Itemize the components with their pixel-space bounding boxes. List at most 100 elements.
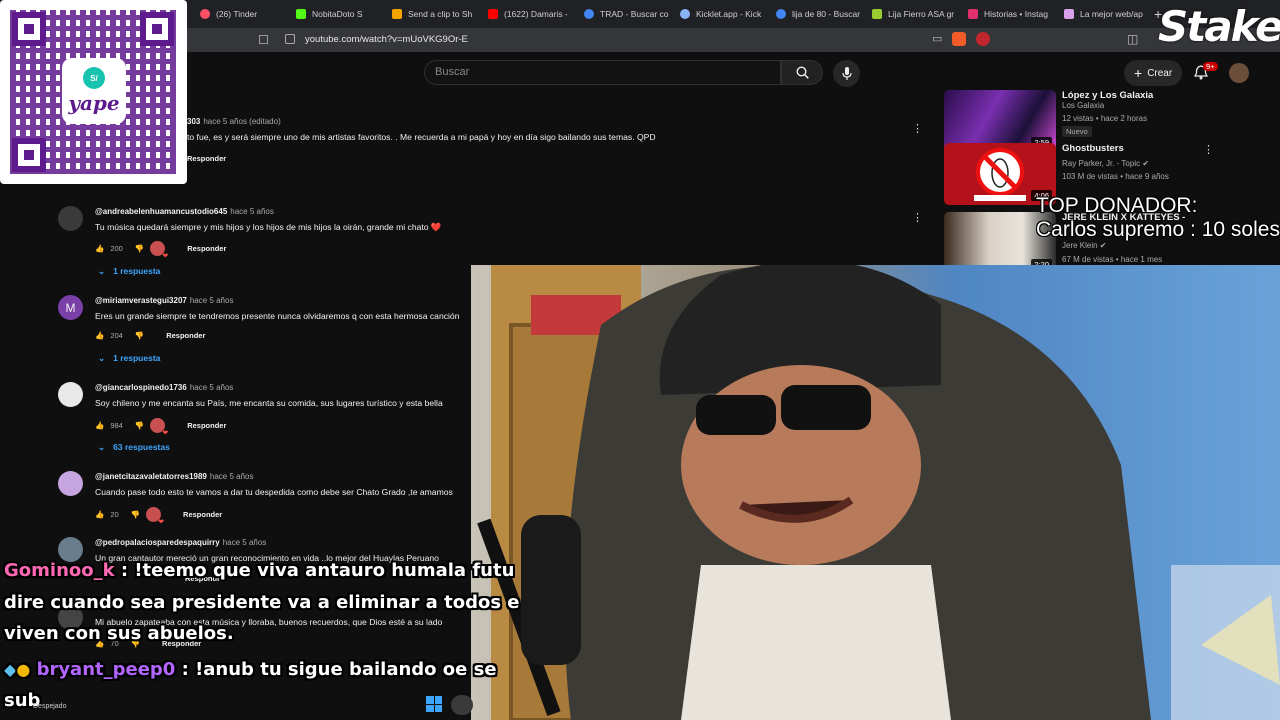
comment-text: Cuando pase todo esto te vamos a dar tu … — [95, 487, 453, 497]
avatar[interactable] — [58, 382, 83, 407]
avatar[interactable]: M — [58, 295, 83, 320]
reply-button[interactable]: Responder — [187, 421, 226, 430]
video-meta: 67 M de vistas • hace 1 mes — [1062, 255, 1163, 264]
dislike-icon[interactable]: 👎 — [131, 510, 140, 519]
browser-tab[interactable]: NobitaDoto S — [286, 0, 382, 28]
chat-message: Gominoo_k : !teemo que viva antauro huma… — [4, 560, 514, 581]
chat-message: viven con sus abuelos. — [4, 623, 234, 644]
sidebar-toggle-icon[interactable]: ◫ — [1127, 32, 1138, 46]
clip-icon — [392, 9, 402, 19]
badge-icon: ◆ — [4, 660, 17, 679]
reply-button[interactable]: Responder — [166, 331, 205, 340]
search-button[interactable] — [781, 60, 823, 85]
browser-tab[interactable]: Lija Fierro ASA gr — [862, 0, 958, 28]
comment-author[interactable]: @pedropalaciosparedespaquirry — [95, 538, 220, 547]
browser-tab[interactable]: (26) Tinder — [190, 0, 286, 28]
donor-title: TOP DONADOR: — [1036, 194, 1198, 217]
yape-logo: S/ yape — [62, 58, 126, 124]
like-icon[interactable]: 👍 — [95, 421, 104, 430]
webcam-feed — [471, 265, 1280, 720]
tab-label: (26) Tinder — [216, 9, 258, 19]
view-replies-button[interactable]: ⌄ 1 respuesta — [98, 353, 160, 364]
comment-time: hace 5 años — [189, 296, 234, 305]
browser-tab[interactable]: Kicklet.app - Kick — [670, 0, 766, 28]
avatar[interactable] — [58, 537, 83, 562]
taskbar-search-icon[interactable] — [451, 695, 473, 715]
replies-label: 1 respuesta — [113, 266, 161, 276]
coin-badge-icon: ● — [16, 660, 31, 679]
view-replies-button[interactable]: ⌄ 1 respuesta — [98, 266, 160, 277]
chat-message: dire cuando sea presidente va a eliminar… — [4, 592, 520, 613]
reply-button[interactable]: Responder — [187, 154, 226, 163]
video-title[interactable]: Ghostbusters — [1062, 143, 1124, 154]
create-label: Crear — [1147, 67, 1173, 79]
comment-actions: 👍 200 👎 Responder — [95, 241, 226, 260]
comment-time: hace 5 años — [209, 472, 254, 481]
dislike-icon[interactable]: 👎 — [135, 421, 144, 430]
shop-icon — [872, 9, 882, 19]
replies-label: 1 respuesta — [113, 353, 161, 363]
comment-text: Soy chileno y me encanta su País, me enc… — [95, 398, 443, 408]
extension-icon[interactable] — [976, 32, 991, 46]
yape-wordmark: yape — [68, 91, 120, 115]
like-icon[interactable]: 👍 — [95, 331, 104, 340]
video-title[interactable]: López y Los Galaxia — [1062, 90, 1153, 101]
video-channel[interactable]: Ray Parker, Jr. - Topic ✔ — [1062, 159, 1149, 168]
tab-label: lija de 80 - Buscar — [792, 9, 861, 19]
windows-start-icon[interactable] — [426, 696, 442, 712]
avatar[interactable] — [58, 206, 83, 231]
video-menu-icon[interactable]: ⋮ — [1203, 143, 1214, 156]
kicklet-icon — [680, 9, 690, 19]
browser-tab[interactable]: TRAD - Buscar co — [574, 0, 670, 28]
comment-author[interactable]: 303 — [187, 117, 200, 126]
web-icon — [1064, 9, 1074, 19]
video-channel[interactable]: Jere Klein ✔ — [1062, 241, 1107, 250]
search-input[interactable]: Buscar — [424, 60, 781, 85]
voice-search-button[interactable] — [833, 60, 860, 87]
like-icon[interactable]: 👍 — [95, 244, 104, 253]
webcam-image — [471, 265, 1280, 720]
comment-author[interactable]: @miriamverastegui3207 — [95, 296, 187, 305]
comment-time: hace 5 años — [189, 383, 234, 392]
video-meta: 12 vistas • hace 2 horas — [1062, 114, 1148, 123]
chevron-down-icon: ⌄ — [98, 353, 106, 363]
like-count: 200 — [110, 244, 123, 253]
browser-tab[interactable]: lija de 80 - Buscar — [766, 0, 862, 28]
comment-header: @giancarlospinedo1736 hace 5 años — [95, 383, 233, 392]
tab-label: TRAD - Buscar co — [600, 9, 669, 19]
comment-text: Tu música quedará siempre y mis hijos y … — [95, 222, 442, 232]
comment-menu-icon[interactable]: ⋮ — [912, 122, 923, 135]
bookmark-icon[interactable]: ☐ — [258, 33, 269, 47]
url-field[interactable]: youtube.com/watch?v=mUoVKG9Or-E — [305, 34, 468, 45]
comment-author[interactable]: @andreabelenhuamancustodio645 — [95, 207, 227, 216]
create-button[interactable]: + Crear — [1124, 60, 1183, 86]
comment-author[interactable]: @giancarlospinedo1736 — [95, 383, 187, 392]
chat-username: bryant_peep0 — [36, 659, 176, 680]
brave-shield-icon[interactable] — [952, 32, 967, 46]
comment-author[interactable]: @janetcitazavaletatorres1989 — [95, 472, 207, 481]
view-replies-button[interactable]: ⌄ 63 respuestas — [98, 442, 170, 453]
comment-menu-icon[interactable]: ⋮ — [912, 211, 923, 224]
reply-button[interactable]: Responder — [187, 244, 226, 253]
avatar[interactable] — [58, 471, 83, 496]
dislike-icon[interactable]: 👎 — [135, 331, 144, 340]
chat-username: Gominoo_k — [4, 560, 115, 581]
weather-widget[interactable]: Despejado — [33, 703, 66, 710]
dislike-icon[interactable]: 👎 — [135, 244, 144, 253]
browser-tab[interactable]: (1622) Damaris - — [478, 0, 574, 28]
comment-time: hace 5 años (editado) — [203, 117, 281, 126]
site-info-icon[interactable] — [285, 34, 295, 44]
video-channel[interactable]: Los Galaxia — [1062, 101, 1104, 110]
top-donor-overlay: TOP DONADOR: Carlos supremo : 10 soles — [1036, 194, 1280, 242]
browser-tab[interactable]: La mejor web/ap — [1054, 0, 1150, 28]
account-avatar[interactable] — [1229, 63, 1249, 83]
comment-header: @pedropalaciosparedespaquirry hace 5 años — [95, 538, 266, 547]
comment-actions: 👍 984 👎 Responder — [95, 418, 226, 437]
comment-header: @andreabelenhuamancustodio645 hace 5 años — [95, 207, 274, 216]
reply-button[interactable]: Responder — [183, 510, 222, 519]
like-count: 984 — [110, 421, 123, 430]
browser-tab[interactable]: Send a clip to Sh — [382, 0, 478, 28]
cast-icon[interactable]: ▭ — [932, 32, 942, 46]
like-icon[interactable]: 👍 — [95, 510, 104, 519]
browser-tab[interactable]: Historias • Instag — [958, 0, 1054, 28]
